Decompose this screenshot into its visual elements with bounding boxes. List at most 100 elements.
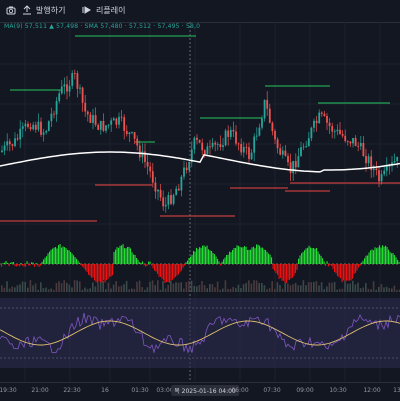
histogram-bar [319,254,321,264]
candle-body [227,130,230,137]
volume-bar [167,284,169,292]
volume-bar [328,282,331,292]
volume-bar [89,288,91,292]
histogram-bar [73,255,75,264]
snapshot-tool[interactable] [6,3,16,17]
histogram-bar [236,245,238,264]
histogram-bar [200,247,202,264]
time-tick: 07:30 [263,387,281,394]
volume-bar [237,284,240,292]
candle-body [125,130,128,135]
candle-body [281,150,284,155]
histogram-bar [296,264,298,270]
candle-body [60,86,63,94]
histogram-bar [127,246,129,264]
histogram-bar [239,246,241,264]
histogram-bar [193,250,195,264]
candle-body [185,167,188,171]
volume-bar [16,285,19,292]
volume-bar [292,284,294,292]
histogram-bar [260,247,262,264]
histogram-bar [76,258,78,264]
histogram-bar [346,264,348,281]
candle-body [245,146,248,148]
histogram-bar [62,246,64,264]
candle-body [131,132,133,133]
moving-average [0,151,400,173]
histogram-bar [20,262,22,264]
histogram-bar [263,249,265,264]
candle-body [177,188,180,191]
candle-body [300,147,302,157]
histogram-bar [274,264,276,271]
candle-body [105,125,107,131]
histogram-bar [376,248,378,264]
oscillator-panel [0,298,400,368]
price-chart-area[interactable] [0,22,400,382]
volume-bar [183,288,185,292]
volume-bar [123,284,125,292]
histogram-bar [353,264,355,275]
histogram-bar [347,264,349,281]
histogram-bar [340,264,342,279]
volume-bar [209,284,211,292]
candle-body [71,73,74,86]
volume-bar [55,283,58,292]
histogram-bar [332,264,334,269]
histogram-bar [233,248,235,264]
time-tick: 22:30 [63,387,81,394]
histogram-bar [320,255,322,264]
candle-body [97,124,100,130]
histogram-bar [158,264,160,277]
candle-body [92,115,94,123]
histogram-bar [161,264,163,279]
candle-body [318,112,321,124]
histogram-bar [398,261,400,264]
publish-icon [23,5,31,15]
volume-bar [146,287,149,292]
histogram-bar [317,251,319,264]
volume-bar [354,284,357,292]
histogram-bar [311,248,313,264]
volume-bar [19,284,21,292]
histogram-bar [140,262,142,264]
volume-bar [266,289,268,292]
histogram-bar [368,252,370,264]
histogram-bar [134,254,136,264]
histogram-bar [211,250,213,264]
candle-body [294,160,297,168]
histogram-bar [70,251,72,264]
camera-icon[interactable] [6,5,16,15]
volume-bar [6,281,8,292]
volume-bar [284,282,286,292]
candle-body [209,146,211,148]
volume-panel [1,280,400,292]
candle-body [196,137,198,140]
histogram-bar [77,260,79,264]
volume-bar [60,283,63,292]
histogram-bar [16,264,18,267]
histogram-bar [392,253,394,264]
histogram-bar [373,250,375,264]
histogram-bar [5,261,7,264]
histogram-bar [287,264,289,280]
histogram-bar [170,264,172,281]
candle-body [344,135,347,142]
histogram-bar [46,256,48,264]
histogram-bar [86,264,88,273]
histogram-bar [149,261,151,264]
histogram-bar [281,264,283,281]
candle-body [211,142,214,147]
replay-button[interactable]: 리플레이 [82,3,125,17]
publish-button[interactable]: 발행하기 [22,3,65,17]
histogram-bar [358,264,360,268]
histogram-bar [167,264,169,283]
time-tick: 19:30 [0,387,17,394]
volume-bar [136,281,138,292]
volume-bar [53,289,55,292]
histogram-bar [13,262,15,264]
volume-bar [307,282,310,292]
volume-bar [339,288,341,292]
volume-bar [305,285,307,292]
histogram-bar [106,264,108,281]
